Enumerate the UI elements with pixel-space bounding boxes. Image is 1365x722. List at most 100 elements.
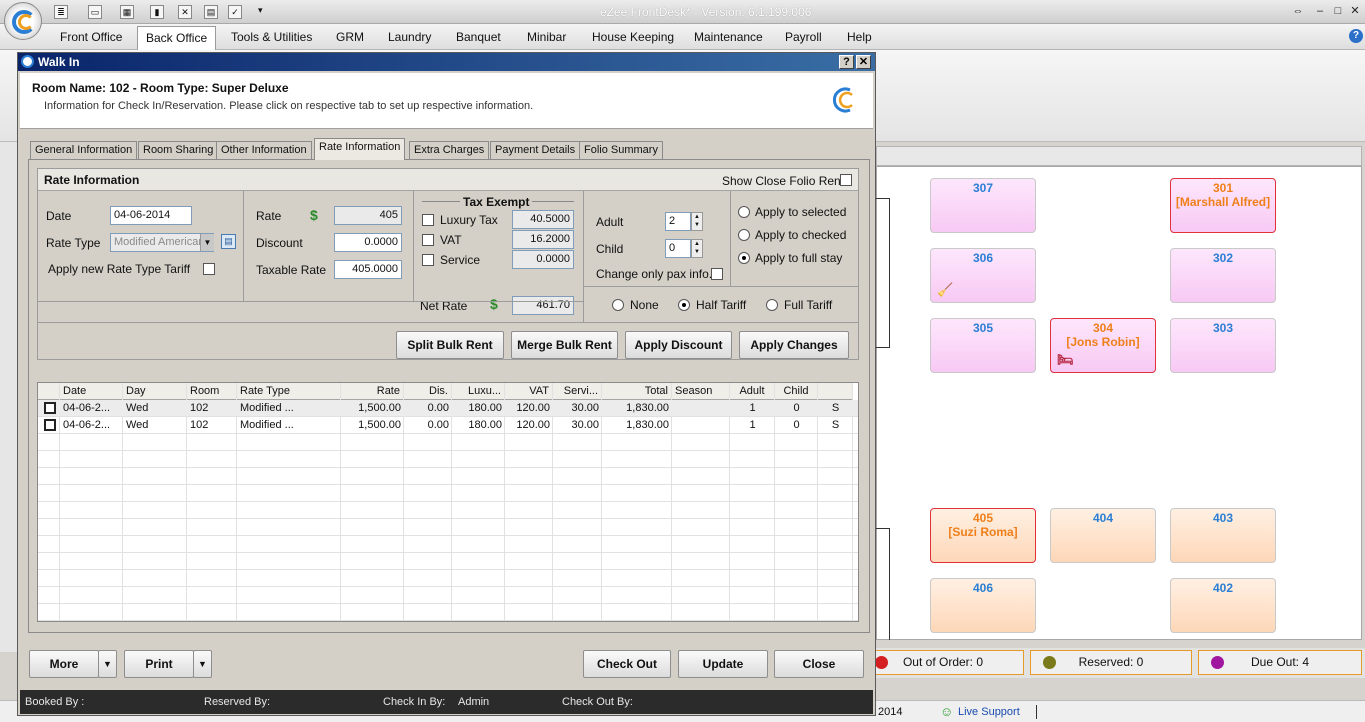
room-tile[interactable]: 405 [Suzi Roma] (930, 508, 1036, 563)
column-header[interactable]: Room (187, 383, 237, 400)
help-icon[interactable]: ? (1349, 29, 1363, 43)
tab-extra-charges[interactable]: Extra Charges (409, 141, 490, 159)
column-header[interactable] (818, 383, 853, 400)
column-header[interactable]: Day (123, 383, 187, 400)
menu-maintenance[interactable]: Maintenance (694, 30, 763, 44)
check-icon[interactable]: ✓ (228, 5, 242, 19)
menu-payroll[interactable]: Payroll (785, 30, 822, 44)
merge-bulk-rent-button[interactable]: Merge Bulk Rent (511, 331, 618, 359)
menu-front-office[interactable]: Front Office (60, 30, 122, 44)
live-support-link[interactable]: Live Support (958, 706, 1020, 718)
column-header[interactable]: Rate (341, 383, 404, 400)
room-tile[interactable]: 306 🧹 (930, 248, 1036, 303)
column-header[interactable]: VAT (505, 383, 553, 400)
rate-field[interactable]: 405 (334, 206, 402, 225)
dialog-help-button[interactable]: ? (839, 55, 854, 69)
child-spinner-icon[interactable]: ▲ ▼ (691, 239, 703, 258)
room-tile[interactable]: 305 (930, 318, 1036, 373)
rate-type-dropdown-icon[interactable]: ▼ (200, 234, 214, 251)
menu-laundry[interactable]: Laundry (388, 30, 431, 44)
luxury-tax-field[interactable]: 40.5000 (512, 210, 574, 229)
apply-discount-button[interactable]: Apply Discount (625, 331, 732, 359)
close-app-icon[interactable]: ✕ (1347, 3, 1363, 19)
column-header[interactable]: Servi... (553, 383, 602, 400)
app-logo-icon[interactable] (4, 2, 42, 40)
pdf-icon[interactable]: ▤ (204, 5, 218, 19)
tariff-full-radio[interactable] (766, 299, 778, 311)
door-icon[interactable]: ▮ (150, 5, 164, 19)
tab-folio-summary[interactable]: Folio Summary (579, 141, 663, 159)
luxury-tax-checkbox[interactable] (422, 214, 434, 226)
room-tile[interactable]: 302 (1170, 248, 1276, 303)
apply-new-rate-tariff-checkbox[interactable] (203, 263, 215, 275)
update-button[interactable]: Update (678, 650, 768, 678)
column-header[interactable]: Season (672, 383, 730, 400)
child-field[interactable]: 0 (665, 239, 691, 258)
grid-row[interactable]: 04-06-2... Wed 102 Modified ... 1,500.00 0.00… (38, 400, 858, 417)
room-tile[interactable]: 303 (1170, 318, 1276, 373)
print-button[interactable]: Print (124, 650, 194, 678)
close-button[interactable]: Close (774, 650, 864, 678)
calendar-icon[interactable]: ▦ (120, 5, 134, 19)
room-tile[interactable]: 404 (1050, 508, 1156, 563)
tab-rate-information[interactable]: Rate Information (314, 138, 406, 160)
room-tile[interactable]: 402 (1170, 578, 1276, 633)
room-tile[interactable]: 406 (930, 578, 1036, 633)
print-dropdown-icon[interactable]: ▼ (193, 650, 212, 678)
vat-checkbox[interactable] (422, 234, 434, 246)
menu-back-office[interactable]: Back Office (137, 26, 217, 50)
room-tile[interactable]: 403 (1170, 508, 1276, 563)
quick-access-dropdown-icon[interactable]: ▾ (258, 5, 263, 16)
menu-banquet[interactable]: Banquet (456, 30, 501, 44)
column-header[interactable]: Rate Type (237, 383, 341, 400)
adult-field[interactable]: 2 (665, 212, 691, 231)
more-button[interactable]: More (29, 650, 99, 678)
tab-general-information[interactable]: General Information (30, 141, 138, 159)
change-pax-checkbox[interactable] (711, 268, 723, 280)
database-icon[interactable]: ≣ (54, 5, 68, 19)
row-checkbox[interactable] (44, 402, 56, 414)
room-tile[interactable]: 307 (930, 178, 1036, 233)
column-header[interactable]: Luxu... (452, 383, 505, 400)
room-tile[interactable]: 304 [Jons Robin] 🛏 (1050, 318, 1156, 373)
money-icon[interactable]: $ (490, 295, 508, 313)
tariff-none-radio[interactable] (612, 299, 624, 311)
column-header[interactable]: Date (60, 383, 123, 400)
more-dropdown-icon[interactable]: ▼ (98, 650, 117, 678)
maximize-icon[interactable]: □ (1330, 3, 1346, 19)
menu-minibar[interactable]: Minibar (527, 30, 566, 44)
dialog-close-icon[interactable]: ✕ (856, 55, 871, 69)
screen-icon[interactable]: ▭ (88, 5, 102, 19)
split-bulk-rent-button[interactable]: Split Bulk Rent (396, 331, 504, 359)
money-icon[interactable]: $ (310, 206, 328, 224)
tab-other-information[interactable]: Other Information (216, 141, 312, 159)
column-header[interactable]: Dis. (404, 383, 452, 400)
taxable-rate-field[interactable]: 405.0000 (334, 260, 402, 279)
adult-spinner-icon[interactable]: ▲ ▼ (691, 212, 703, 231)
date-field[interactable]: 04-06-2014 (110, 206, 192, 225)
close-doc-icon[interactable]: ✕ (178, 5, 192, 19)
menu-help[interactable]: Help (847, 30, 872, 44)
grid-row[interactable]: 04-06-2... Wed 102 Modified ... 1,500.00 0.00… (38, 417, 858, 434)
column-header[interactable] (38, 383, 60, 400)
menu-grm[interactable]: GRM (336, 30, 364, 44)
rate-type-select[interactable]: Modified American (110, 233, 214, 252)
apply-changes-button[interactable]: Apply Changes (739, 331, 849, 359)
vat-field[interactable]: 16.2000 (512, 230, 574, 249)
tab-room-sharing[interactable]: Room Sharing (138, 141, 219, 159)
column-header[interactable]: Total (602, 383, 672, 400)
tab-payment-details[interactable]: Payment Details (490, 141, 581, 159)
tariff-half-radio[interactable] (678, 299, 690, 311)
room-tile[interactable]: 301 [Marshall Alfred] (1170, 178, 1276, 233)
discount-field[interactable]: 0.0000 (334, 233, 402, 252)
minimize-icon[interactable]: – (1312, 3, 1328, 19)
apply-selected-radio[interactable] (738, 206, 750, 218)
menu-house-keeping[interactable]: House Keeping (592, 30, 674, 44)
restore-icon[interactable]: ⇔ (1290, 3, 1306, 19)
menu-tools-utilities[interactable]: Tools & Utilities (231, 30, 312, 44)
net-rate-field[interactable]: 461.70 (512, 296, 574, 315)
service-checkbox[interactable] (422, 254, 434, 266)
check-out-button[interactable]: Check Out (583, 650, 671, 678)
show-close-folio-rent-checkbox[interactable] (840, 174, 852, 186)
row-checkbox[interactable] (44, 419, 56, 431)
